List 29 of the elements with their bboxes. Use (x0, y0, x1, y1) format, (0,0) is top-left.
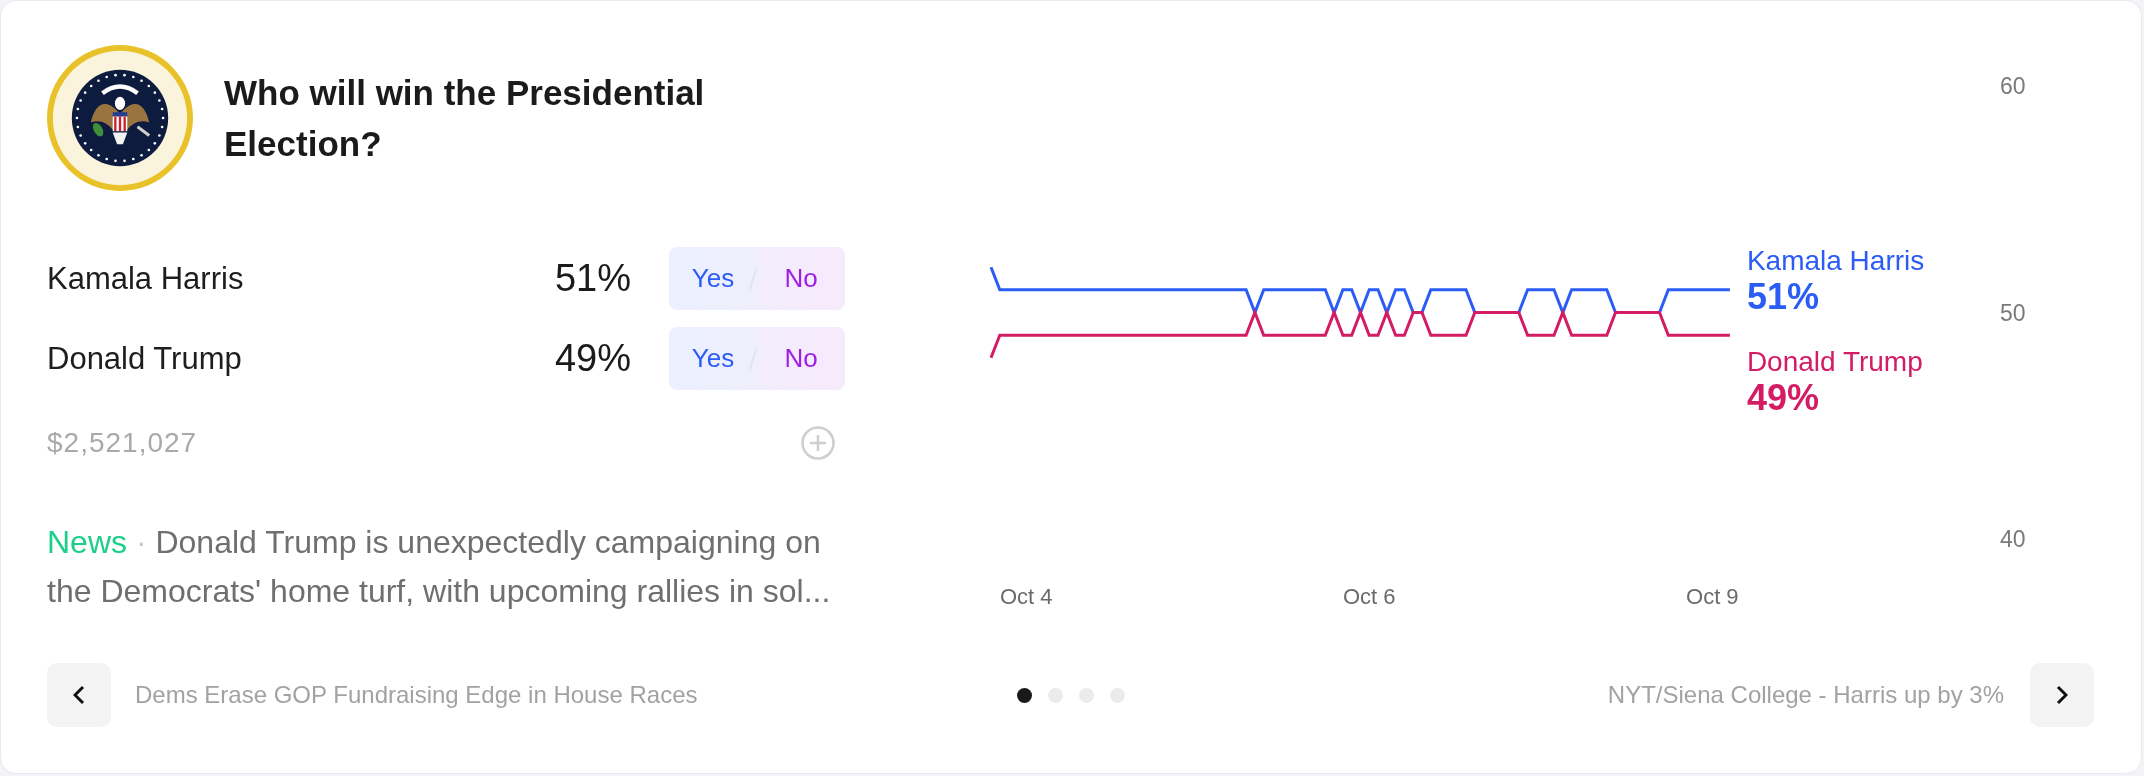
axis-tick-label: Oct 6 (1342, 583, 1396, 609)
question-title: Who will win the Presidential Election? (224, 72, 706, 165)
candidate-name: Donald Trump (47, 340, 243, 377)
series-label: Kamala Harris (1746, 245, 1925, 277)
candidate-name: Kamala Harris (47, 260, 245, 297)
no-button[interactable]: No (757, 327, 845, 390)
axis-tick-label: 40 (2000, 526, 2026, 552)
chevron-left-icon (73, 685, 85, 705)
next-button[interactable] (2030, 663, 2094, 727)
axis-tick-label: Oct 4 (999, 583, 1053, 609)
trading-volume: $2,521,027 (47, 427, 198, 459)
chance-percentage: 51% (554, 257, 631, 300)
series-value: 51% (1746, 276, 1819, 318)
series-label: Donald Trump (1746, 345, 1923, 377)
no-button[interactable]: No (757, 247, 845, 310)
previous-button[interactable] (47, 663, 111, 727)
news-snippet: News · Donald Trump is unexpectedly campaigning on the Democrats' home turf, with upcoming rallies in sol... (47, 523, 832, 611)
chevron-right-icon (2056, 685, 2068, 705)
plus-circle-icon[interactable] (801, 426, 835, 460)
page-dot[interactable] (1016, 687, 1032, 703)
series-value: 49% (1746, 376, 1819, 418)
next-headline[interactable]: NYT/Siena College - Harris up by 3% (1607, 681, 2004, 709)
previous-headline[interactable]: Dems Erase GOP Fundraising Edge in House Races (135, 681, 698, 709)
yes-button[interactable]: Yes (669, 247, 757, 310)
chance-percentage: 49% (554, 337, 631, 380)
axis-tick-label: 50 (2000, 299, 2026, 326)
yes-button[interactable]: Yes (669, 327, 757, 390)
axis-tick-label: Oct 9 (1686, 583, 1739, 609)
axis-tick-label: 60 (2000, 73, 2026, 99)
